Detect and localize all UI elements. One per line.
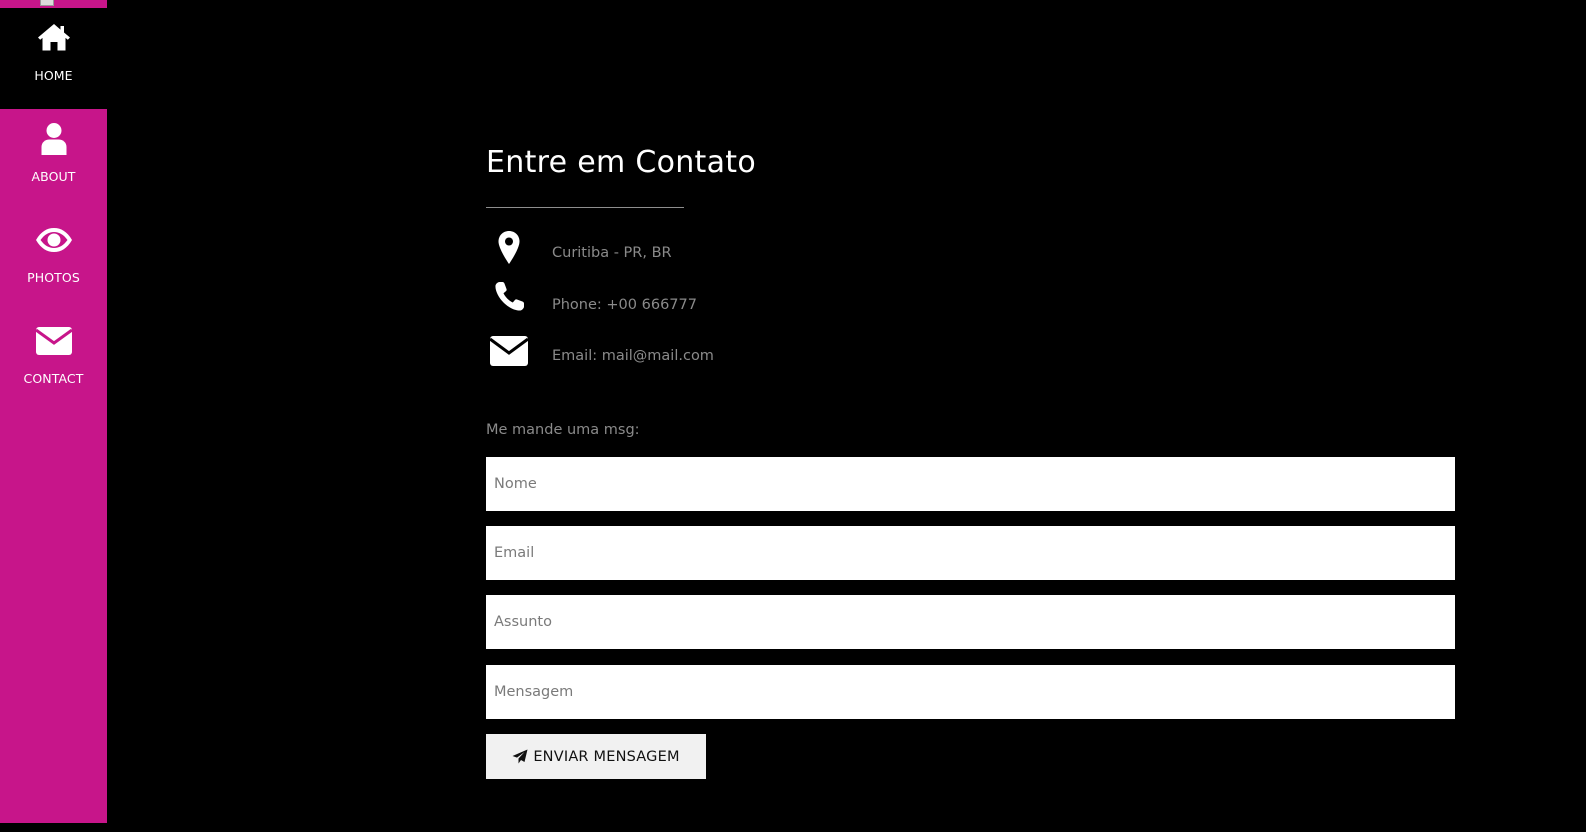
phone-icon [495, 282, 524, 311]
form-label: Me mande uma msg: [486, 422, 640, 438]
message-input[interactable] [486, 665, 1455, 719]
home-icon [37, 24, 70, 51]
eye-icon [35, 228, 72, 252]
sidebar-item-label: ABOUT [31, 169, 76, 184]
envelope-icon [489, 336, 529, 366]
title-divider [486, 207, 684, 208]
email-input[interactable] [486, 526, 1455, 580]
phone-text: Phone: +00 666777 [552, 297, 697, 313]
location-text: Curitiba - PR, BR [552, 245, 672, 261]
user-icon [41, 123, 66, 155]
page-title: Entre em Contato [486, 145, 756, 180]
subject-input[interactable] [486, 595, 1455, 649]
envelope-icon [34, 327, 73, 355]
sidebar-item-about[interactable]: ABOUT [0, 109, 107, 210]
name-input[interactable] [486, 457, 1455, 511]
sidebar-item-photos[interactable]: PHOTOS [0, 210, 107, 311]
sidebar-nav: HOME ABOUT PHOTOS CONTACT [0, 0, 107, 823]
send-button-label: ENVIAR MENSAGEM [533, 748, 680, 765]
sidebar-item-label: HOME [34, 68, 73, 83]
email-text: Email: mail@mail.com [552, 348, 714, 364]
sidebar-item-label: CONTACT [23, 371, 84, 386]
broken-image-icon [40, 0, 54, 6]
sidebar-item-label: PHOTOS [27, 270, 80, 285]
sidebar-item-contact[interactable]: CONTACT [0, 311, 107, 412]
send-message-button[interactable]: ENVIAR MENSAGEM [486, 734, 706, 779]
map-marker-icon [498, 231, 520, 264]
paper-plane-icon [512, 749, 528, 764]
sidebar-item-home[interactable]: HOME [0, 8, 107, 109]
